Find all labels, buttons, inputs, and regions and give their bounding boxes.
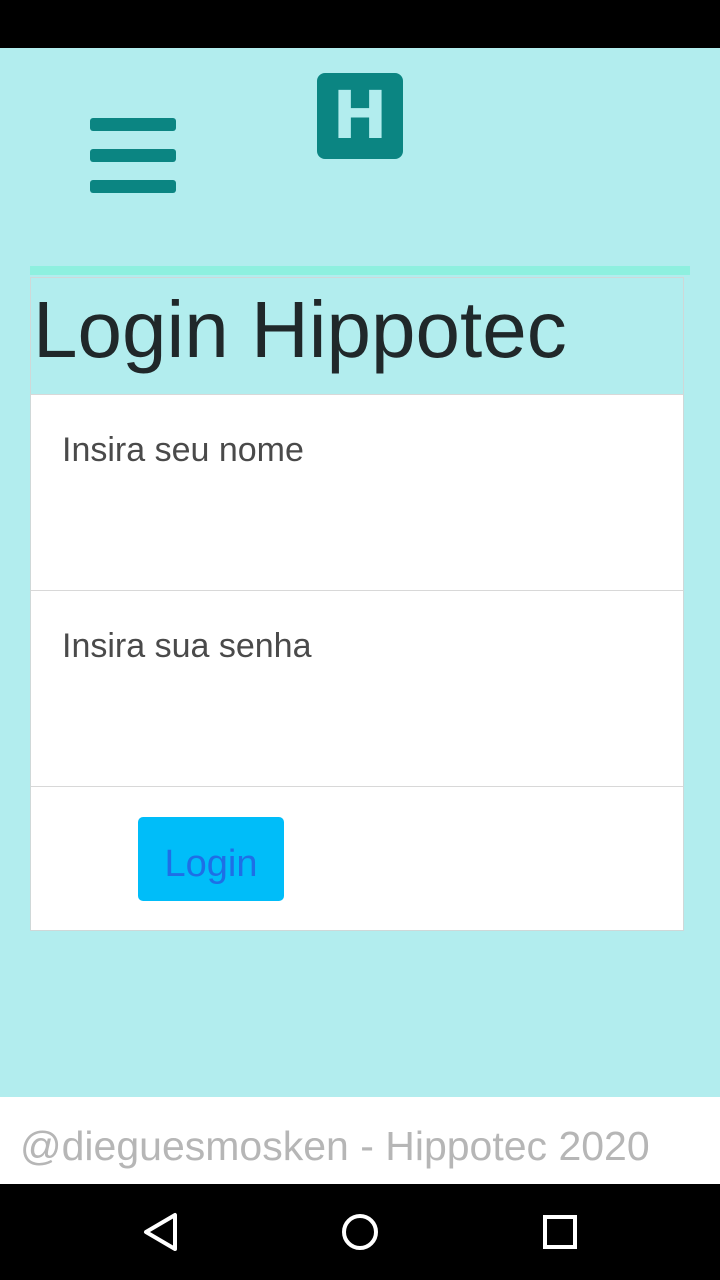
footer-credit: @dieguesmosken - Hippotec 2020	[20, 1123, 650, 1169]
login-card: Login Hippotec Login	[30, 277, 684, 931]
recents-square-icon[interactable]	[538, 1210, 582, 1254]
name-field-row	[31, 395, 683, 591]
home-circle-icon[interactable]	[338, 1210, 382, 1254]
password-input[interactable]	[62, 621, 652, 671]
password-field-row	[31, 591, 683, 787]
page-title: Login Hippotec	[33, 285, 567, 374]
status-bar	[0, 0, 720, 48]
name-input[interactable]	[62, 425, 652, 475]
button-row: Login	[31, 787, 683, 930]
navigation-bar	[0, 1184, 720, 1280]
hamburger-menu-icon[interactable]	[90, 118, 176, 194]
logo-letter: H	[332, 77, 388, 154]
card-header: Login Hippotec	[31, 278, 683, 395]
footer: @dieguesmosken - Hippotec 2020	[0, 1097, 720, 1184]
login-button[interactable]: Login	[138, 817, 284, 901]
card-top-rule	[30, 266, 690, 275]
hippotec-logo[interactable]: H	[317, 73, 403, 159]
app-screen: H Login Hippotec Login @dieguesmosken - …	[0, 0, 720, 1280]
back-triangle-icon[interactable]	[138, 1210, 182, 1254]
